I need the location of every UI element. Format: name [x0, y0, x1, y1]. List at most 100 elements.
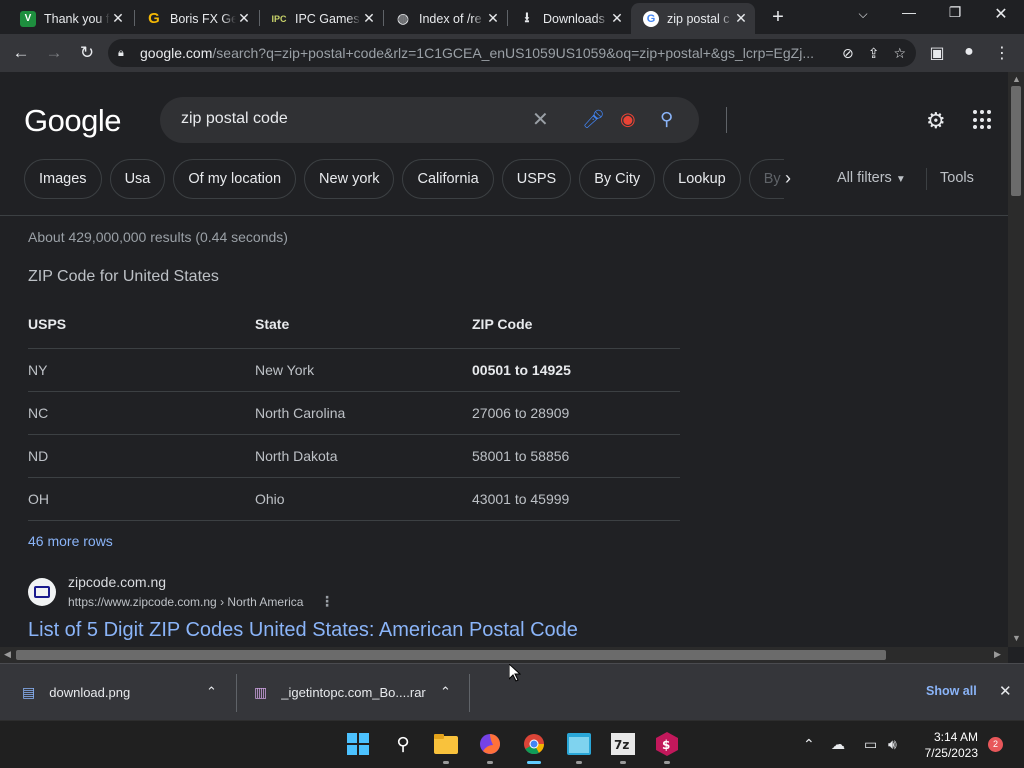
chevron-up-icon[interactable]: ⌃ [440, 684, 451, 700]
close-icon[interactable]: ✕ [110, 10, 126, 27]
tab-boris-fx[interactable]: G Boris FX Ge ✕ [134, 3, 258, 34]
site-url[interactable]: https://www.zipcode.com.ng › North Ameri… [68, 595, 303, 609]
microphone-icon[interactable]: 🎤︎ [582, 109, 605, 130]
chip-by-city[interactable]: By City [579, 159, 656, 199]
taskbar: ⚲ 7z $ ⌃ ☁ ▭ 🔊︎ 3:14 AM 7/25/2023 2 [0, 720, 1024, 768]
search-input[interactable]: zip postal code [181, 110, 288, 128]
new-tab-button[interactable]: + [766, 6, 790, 29]
settings-gear-icon[interactable]: ⚙ [926, 108, 946, 134]
address-bar[interactable]: 🔒︎ google.com/search?q=zip+postal+code&r… [108, 39, 916, 67]
clear-icon[interactable]: ✕ [532, 107, 549, 132]
scroll-left-icon[interactable]: ◀ [4, 649, 11, 660]
tab-index-of[interactable]: ◍ Index of /re ✕ [383, 3, 507, 34]
url-text[interactable]: google.com/search?q=zip+postal+code&rlz=… [140, 45, 828, 61]
file-explorer-icon[interactable] [433, 731, 459, 757]
tab-search-icon[interactable]: ⌵ [848, 7, 878, 22]
tab-title: Index of /re [419, 11, 482, 26]
active-indicator [527, 761, 541, 764]
notification-badge[interactable]: 2 [988, 737, 1003, 752]
lock-icon[interactable]: 🔒︎ [118, 47, 132, 60]
result-title-link[interactable]: List of 5 Digit ZIP Codes United States:… [28, 619, 578, 642]
scroll-down-icon[interactable]: ▼ [1012, 633, 1021, 643]
more-rows-link[interactable]: 46 more rows [28, 533, 113, 549]
cell-state: New York [255, 348, 472, 392]
chip-usps[interactable]: USPS [501, 159, 572, 199]
chip-new-york[interactable]: New york [304, 159, 395, 199]
green-v-icon: V [20, 10, 36, 27]
scroll-right-icon[interactable]: ▶ [994, 649, 1001, 660]
windows-start-icon[interactable] [345, 731, 371, 757]
scroll-up-icon[interactable]: ▲ [1012, 74, 1021, 84]
app-window-icon[interactable] [566, 731, 592, 757]
close-icon[interactable]: ✕ [236, 10, 252, 27]
tab-title: zip postal c [667, 11, 730, 26]
apps-grid-icon[interactable] [973, 110, 993, 130]
window-close-icon[interactable]: ✕ [986, 4, 1016, 24]
tools-button[interactable]: Tools [940, 170, 974, 186]
google-logo[interactable]: Google [24, 103, 121, 139]
chrome-icon[interactable] [521, 731, 547, 757]
minimize-icon[interactable]: — [894, 4, 924, 20]
setup-app-icon[interactable]: $ [654, 731, 680, 757]
onedrive-icon[interactable]: ☁ [831, 736, 845, 753]
vertical-scrollbar[interactable]: ▲ ▼ [1008, 72, 1024, 647]
menu-icon[interactable]: ⋮ [991, 43, 1013, 63]
7zip-icon[interactable]: 7z [610, 731, 636, 757]
site-name[interactable]: zipcode.com.ng [68, 574, 166, 590]
share-icon[interactable]: ⇪ [868, 45, 880, 62]
bookmark-star-icon[interactable]: ☆ [893, 45, 906, 62]
all-filters-button[interactable]: All filters ▼ [837, 170, 906, 186]
vertical-scroll-thumb[interactable] [1011, 86, 1021, 196]
tab-ipc-games[interactable]: IPC IPC Games ✕ [259, 3, 383, 34]
svg-text:7z: 7z [614, 738, 629, 752]
download-item-png[interactable]: ▤ download.png ⌃ [22, 664, 232, 721]
tray-overflow-icon[interactable]: ⌃ [803, 736, 815, 753]
restore-icon[interactable]: ❐ [940, 4, 970, 21]
system-clock[interactable]: 3:14 AM 7/25/2023 [912, 729, 978, 761]
mouse-cursor-icon [509, 664, 521, 682]
chip-of-my-location[interactable]: Of my location [173, 159, 297, 199]
side-panel-icon[interactable]: ▣ [926, 43, 948, 63]
close-icon[interactable]: ✕ [485, 10, 501, 27]
reload-button[interactable]: ↻ [76, 43, 98, 63]
firefox-icon[interactable] [477, 731, 503, 757]
blocked-popup-icon[interactable]: ⊘ [842, 45, 854, 62]
more-options-icon[interactable]: ⋮ [320, 593, 334, 610]
search-icon[interactable]: ⚲ [660, 109, 673, 130]
chevron-up-icon[interactable]: ⌃ [206, 684, 217, 700]
chip-california[interactable]: California [402, 159, 494, 199]
tab-downloads[interactable]: ⭳ Downloads ✕ [507, 3, 631, 34]
chip-by-city-cut[interactable]: By cit [748, 159, 784, 199]
download-item-rar[interactable]: ▥ _igetintopc.com_Bo....rar ⌃ [254, 664, 464, 721]
snippet-title: ZIP Code for United States [28, 268, 219, 285]
close-icon[interactable]: ✕ [609, 10, 625, 27]
close-icon[interactable]: ✕ [361, 10, 377, 27]
horizontal-scroll-thumb[interactable] [16, 650, 886, 660]
profile-icon[interactable]: ● [958, 43, 980, 61]
search-icon[interactable]: ⚲ [390, 731, 416, 757]
horizontal-scrollbar[interactable]: ◀ ▶ [0, 647, 1008, 663]
search-divider [726, 107, 727, 133]
column-header-zip: ZIP Code [472, 301, 680, 349]
clock-date: 7/25/2023 [924, 746, 978, 760]
close-icon[interactable]: ✕ [733, 10, 749, 27]
search-box[interactable]: zip postal code ✕ 🎤︎ ◉ ⚲ [160, 97, 727, 143]
result-stats: About 429,000,000 results (0.44 seconds) [28, 229, 288, 245]
back-button[interactable]: ← [10, 43, 32, 63]
show-all-button[interactable]: Show all [926, 684, 977, 698]
cell-usps: OH [28, 477, 255, 521]
chip-usa[interactable]: Usa [109, 159, 166, 199]
chip-images[interactable]: Images [24, 159, 102, 199]
tab-google-search[interactable]: G zip postal c ✕ [631, 3, 755, 34]
chevron-right-icon[interactable]: › [785, 168, 791, 189]
lens-icon[interactable]: ◉ [620, 109, 636, 130]
close-shelf-icon[interactable]: ✕ [999, 682, 1012, 700]
site-favicon[interactable] [28, 578, 56, 606]
network-icon[interactable]: ▭ [864, 736, 877, 753]
caret-down-icon: ▼ [895, 174, 906, 185]
volume-icon[interactable]: 🔊︎ [888, 736, 897, 753]
all-filters-label: All filters [837, 170, 892, 186]
chip-lookup[interactable]: Lookup [663, 159, 741, 199]
forward-button[interactable]: → [43, 43, 65, 63]
tab-thank-you[interactable]: V Thank you f ✕ [8, 3, 132, 34]
